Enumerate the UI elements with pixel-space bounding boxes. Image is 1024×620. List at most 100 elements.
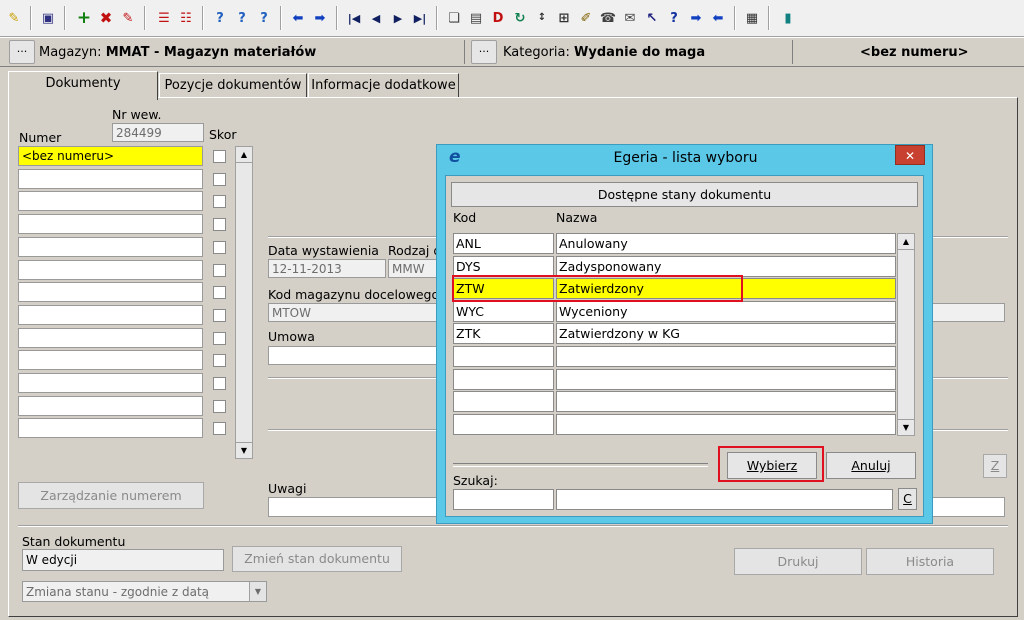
tab-dokumenty[interactable]: Dokumenty	[8, 71, 158, 100]
next-record-icon[interactable]: ▶	[388, 8, 408, 28]
choice-row-nazwa[interactable]: Zadysponowany	[556, 255, 896, 277]
numer-list-item[interactable]	[18, 168, 203, 189]
skor-checkbox[interactable]	[213, 377, 226, 390]
pointer-help-icon[interactable]: ↖	[642, 8, 662, 28]
choice-row-kod[interactable]	[453, 391, 554, 413]
print-preview-icon[interactable]: ▤	[466, 8, 486, 28]
choice-row-kod[interactable]: ZTK	[453, 323, 554, 345]
close-icon[interactable]: ✕	[895, 145, 925, 165]
help-question-icon[interactable]: ?	[232, 8, 252, 28]
drukuj-button[interactable]: Drukuj	[734, 548, 862, 575]
phone-icon[interactable]: ☎	[598, 8, 618, 28]
scroll-down-icon[interactable]: ▼	[898, 419, 914, 435]
kod-magazynu-field[interactable]: MTOW	[268, 303, 448, 322]
scroll-up-icon[interactable]: ▲	[898, 234, 914, 250]
numer-list-item[interactable]	[18, 259, 203, 280]
back-arrow-icon[interactable]: ⬅	[288, 8, 308, 28]
skor-checkbox[interactable]	[213, 172, 226, 186]
numer-list-item[interactable]	[18, 395, 203, 416]
numer-list-item[interactable]	[18, 191, 203, 212]
skor-checkbox[interactable]	[213, 422, 226, 436]
forward-arrow-icon[interactable]: ➡	[310, 8, 330, 28]
numer-list-item[interactable]	[18, 418, 203, 439]
tree-icon[interactable]: ⊞	[554, 8, 574, 28]
numer-list-item[interactable]: <bez numeru>	[18, 146, 203, 166]
skor-checkbox[interactable]	[213, 263, 226, 277]
choice-row-kod[interactable]	[453, 413, 554, 435]
choice-row-kod[interactable]: ANL	[453, 233, 554, 254]
skor-checkbox[interactable]	[213, 331, 226, 345]
szukaj-kod-input[interactable]	[453, 489, 554, 510]
numer-list-item[interactable]	[18, 373, 203, 393]
skor-checkbox[interactable]	[213, 218, 226, 232]
prev-record-icon[interactable]: ◀	[366, 8, 386, 28]
choice-row-nazwa[interactable]	[556, 413, 896, 435]
choice-row-kod[interactable]	[453, 346, 554, 367]
scroll-up-icon[interactable]: ▲	[236, 147, 252, 163]
delete-icon[interactable]: ✖	[96, 8, 116, 28]
pin-icon[interactable]: ✎	[4, 8, 24, 28]
skor-checkbox[interactable]	[213, 308, 226, 322]
edit-icon[interactable]: ✎	[118, 8, 138, 28]
historia-button[interactable]: Historia	[866, 548, 994, 575]
numer-list-item[interactable]	[18, 236, 203, 257]
skor-checkbox[interactable]	[213, 195, 226, 209]
question-icon[interactable]: ?	[664, 8, 684, 28]
numer-list-item[interactable]	[18, 350, 203, 371]
choice-row-nazwa[interactable]: Anulowany	[556, 233, 896, 254]
umowa-field[interactable]	[268, 346, 448, 365]
choice-row-nazwa[interactable]	[556, 368, 896, 390]
z-button[interactable]: Z	[983, 454, 1007, 478]
split-icon[interactable]: ☰	[154, 8, 174, 28]
chevron-down-icon[interactable]: ▼	[249, 582, 266, 601]
numer-list-scrollbar[interactable]: ▲ ▼	[235, 146, 253, 459]
report-icon[interactable]: ▦	[742, 8, 762, 28]
zmiana-stanu-select[interactable]: Zmiana stanu - zgodnie z datą ▼	[22, 581, 267, 602]
tab-informacje-dodatkowe[interactable]: Informacje dodatkowe	[308, 73, 459, 98]
save-icon[interactable]: ▣	[38, 8, 58, 28]
choice-row-kod[interactable]: WYC	[453, 300, 554, 322]
dostepne-stany-header-button[interactable]: Dostępne stany dokumentu	[451, 182, 918, 207]
scroll-down-icon[interactable]: ▼	[236, 442, 252, 458]
numer-list-item[interactable]	[18, 327, 203, 348]
choice-row-kod[interactable]: DYS	[453, 255, 554, 277]
skor-checkbox[interactable]	[213, 150, 226, 163]
zmien-stan-button[interactable]: Zmień stan dokumentu	[232, 546, 402, 572]
left-arrow-icon[interactable]: ⬅	[708, 8, 728, 28]
kategoria-picker-button[interactable]: ...	[471, 40, 497, 64]
sort-icon[interactable]: ↕	[532, 8, 552, 28]
right-arrow-icon[interactable]: ➡	[686, 8, 706, 28]
help-find-icon[interactable]: ?	[210, 8, 230, 28]
numer-list-item[interactable]	[18, 282, 203, 303]
last-record-icon[interactable]: ▶|	[410, 8, 430, 28]
anuluj-button[interactable]: Anuluj	[826, 452, 916, 479]
skor-checkbox[interactable]	[213, 240, 226, 254]
choice-row-nazwa[interactable]	[556, 346, 896, 367]
szukaj-nazwa-input[interactable]	[556, 489, 893, 510]
choice-row-nazwa[interactable]: Zatwierdzony w KG	[556, 323, 896, 345]
numer-list-item[interactable]	[18, 214, 203, 235]
numer-list-item[interactable]	[18, 304, 203, 325]
refresh-icon[interactable]: ↻	[510, 8, 530, 28]
tab-pozycje-dokumentow[interactable]: Pozycje dokumentów	[159, 73, 307, 98]
merge-icon[interactable]: ☷	[176, 8, 196, 28]
choice-row-nazwa[interactable]	[556, 391, 896, 413]
brush-icon[interactable]: ✐	[576, 8, 596, 28]
skor-checkbox[interactable]	[213, 399, 226, 413]
exit-door-icon[interactable]: ▮	[778, 8, 798, 28]
choice-row-nazwa[interactable]: Wyceniony	[556, 300, 896, 322]
mail-icon[interactable]: ✉	[620, 8, 640, 28]
skor-checkbox[interactable]	[213, 286, 226, 300]
filter-icon[interactable]: D	[488, 8, 508, 28]
help-context-icon[interactable]: ?	[254, 8, 274, 28]
copy-icon[interactable]: ❏	[444, 8, 464, 28]
add-icon[interactable]: +	[74, 8, 94, 28]
data-wystawienia-field[interactable]: 12-11-2013	[268, 259, 386, 278]
first-record-icon[interactable]: |◀	[344, 8, 364, 28]
choice-row-kod[interactable]	[453, 368, 554, 390]
magazyn-picker-button[interactable]: ...	[9, 40, 35, 64]
zarzadzanie-numerem-button[interactable]: Zarządzanie numerem	[18, 482, 204, 509]
skor-checkbox[interactable]	[213, 354, 226, 368]
uwagi-field[interactable]	[268, 497, 448, 517]
clear-search-button[interactable]: C	[898, 488, 917, 510]
